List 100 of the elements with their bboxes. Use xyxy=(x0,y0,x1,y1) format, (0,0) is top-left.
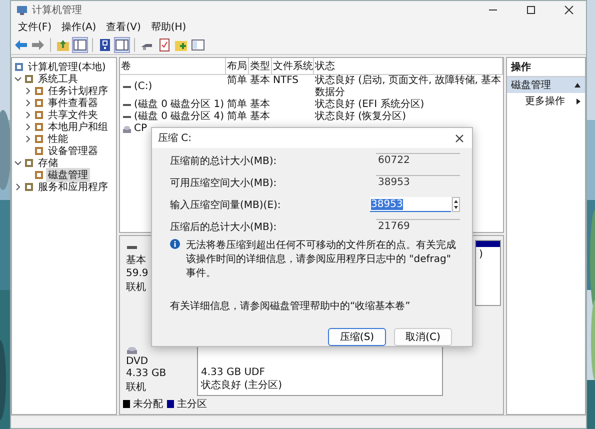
table-cell-text: 状态良好 (恢复分区) xyxy=(314,111,407,123)
help-icon[interactable] xyxy=(98,38,112,52)
tile-icon xyxy=(34,122,44,132)
disk-info: 联机 xyxy=(126,380,146,394)
cd-drive-icon xyxy=(126,345,138,355)
field-label: 可用压缩空间大小(MB): xyxy=(170,176,277,190)
tile-icon xyxy=(34,110,44,120)
spin-button[interactable] xyxy=(452,197,460,212)
collapse-chevron-icon[interactable] xyxy=(24,99,32,107)
tile-icon xyxy=(34,98,44,108)
column-header[interactable]: 类型 xyxy=(249,58,272,75)
partition-block[interactable]: ) xyxy=(475,240,501,306)
field-label: 压缩后的总计大小(MB): xyxy=(170,220,277,234)
tile-icon xyxy=(24,158,34,168)
disk-info: 4.33 GB xyxy=(126,368,166,379)
table-cell: (C:) xyxy=(134,81,152,93)
forward-arrow-icon[interactable] xyxy=(31,38,45,52)
close-icon xyxy=(564,5,574,15)
column-header[interactable]: 卷 xyxy=(120,58,226,75)
collapse-chevron-icon[interactable] xyxy=(24,135,32,143)
tile-icon xyxy=(34,86,44,96)
field-label: 输入压缩空间量(MB)(E): xyxy=(170,198,281,212)
action-item[interactable]: 磁盘管理 xyxy=(507,77,585,93)
legend-label: 未分配 xyxy=(133,398,163,411)
disk-info: DVD xyxy=(126,356,148,367)
partition-text: ) xyxy=(478,249,484,260)
tree-item[interactable]: 计算机管理(本地) xyxy=(26,60,108,74)
console-tree-icon[interactable] xyxy=(73,38,87,52)
tile-icon xyxy=(24,74,34,84)
document-icon[interactable] xyxy=(157,38,171,52)
help-message: 有关详细信息，请参阅磁盘管理帮助中的“收缩基本卷” xyxy=(170,300,412,313)
value-display: 21769 xyxy=(376,219,460,234)
info-message: 无法将卷压缩到超出任何不可移动的文件所在的点。有关完成该操作时间的详细信息，请参阅应用程序日志中的 "defrag" 事件。 xyxy=(186,238,457,280)
table-cell-text: 简单 xyxy=(226,75,248,88)
tree-item[interactable]: 共享文件夹 xyxy=(46,108,100,122)
tree-item[interactable]: 磁盘管理 xyxy=(46,168,90,182)
menu-item[interactable]: 操作(A) xyxy=(60,20,98,34)
table-cell-text: 基本 xyxy=(249,75,271,88)
tree-item[interactable]: 设备管理器 xyxy=(46,144,100,158)
tree-item[interactable]: 事件查看器 xyxy=(46,96,100,110)
column-header[interactable]: 状态 xyxy=(314,58,503,75)
tile-icon xyxy=(24,182,34,192)
legend-label: 主分区 xyxy=(177,398,207,411)
table-cell: (磁盘 0 磁盘分区 1) xyxy=(134,99,224,111)
tree-item[interactable]: 性能 xyxy=(46,132,70,146)
tree-item[interactable]: 服务和应用程序 xyxy=(36,180,110,194)
table-cell-text: 简单 xyxy=(226,111,248,123)
pane-icon[interactable] xyxy=(115,38,129,52)
collapse-triangle-icon xyxy=(574,82,581,88)
cd-drive-icon xyxy=(122,124,132,134)
expand-chevron-icon[interactable] xyxy=(14,75,22,83)
table-cell-text: 基本 xyxy=(249,111,271,123)
collapse-chevron-icon[interactable] xyxy=(14,183,22,191)
column-header[interactable]: 布局 xyxy=(226,58,249,75)
table-cell-text: 状态良好 (启动, 页面文件, 故障转储, 基本数据分 xyxy=(314,75,502,98)
input-field[interactable]: 38953 xyxy=(370,197,451,212)
value-display: 38953 xyxy=(376,175,460,190)
action-item[interactable]: 更多操作 xyxy=(507,93,585,109)
table-cell-text: 基本 xyxy=(249,99,271,110)
table-cell-text: NTFS xyxy=(272,75,300,88)
partition-text: 4.33 GB UDF xyxy=(200,367,266,378)
field-label: 压缩前的总计大小(MB): xyxy=(170,154,277,168)
disk-info: 基本 xyxy=(126,254,146,267)
table-cell: CP xyxy=(134,123,148,135)
dialog-button[interactable]: 压缩(S) xyxy=(328,328,386,346)
folder-up-icon[interactable] xyxy=(56,38,70,52)
collapse-chevron-icon[interactable] xyxy=(24,87,32,95)
action-label: 更多操作 xyxy=(525,95,565,108)
disk-info: 联机 xyxy=(126,280,146,294)
maximize-icon xyxy=(526,5,536,15)
table-cell-text: 状态良好 (EFI 系统分区) xyxy=(314,99,426,110)
column-header[interactable]: 文件系统 xyxy=(272,58,314,75)
info-icon xyxy=(170,239,180,249)
tree-item[interactable]: 本地用户和组 xyxy=(46,120,110,134)
tree-item[interactable]: 任务计划程序 xyxy=(46,84,110,98)
window-icon[interactable] xyxy=(191,38,205,52)
tile-icon xyxy=(34,170,44,180)
app-icon xyxy=(16,4,28,16)
tile-icon xyxy=(34,134,44,144)
back-arrow-icon[interactable] xyxy=(14,38,28,52)
value-display: 60722 xyxy=(376,153,460,168)
tree-item[interactable]: 系统工具 xyxy=(36,72,80,86)
action-label: 磁盘管理 xyxy=(511,79,551,92)
window-title: 计算机管理 xyxy=(32,4,83,17)
collapse-chevron-icon[interactable] xyxy=(24,111,32,119)
menu-item[interactable]: 查看(V) xyxy=(104,20,143,34)
collapse-chevron-icon[interactable] xyxy=(24,123,32,131)
tile-icon xyxy=(14,62,24,72)
table-cell-text: 简单 xyxy=(226,99,248,110)
disk-info: 59.9 xyxy=(126,268,148,279)
menu-item[interactable]: 文件(F) xyxy=(16,20,54,34)
close-icon[interactable] xyxy=(455,134,464,142)
tile-icon xyxy=(34,146,44,156)
dialog-title: 压缩 C: xyxy=(158,132,192,145)
tree-item[interactable]: 存储 xyxy=(36,156,60,170)
expand-chevron-icon[interactable] xyxy=(14,159,22,167)
submenu-arrow-icon xyxy=(576,98,581,104)
table-cell: (磁盘 0 磁盘分区 4) xyxy=(134,111,224,123)
menu-item[interactable]: 帮助(H) xyxy=(148,20,188,34)
dialog-button[interactable]: 取消(C) xyxy=(394,328,452,346)
